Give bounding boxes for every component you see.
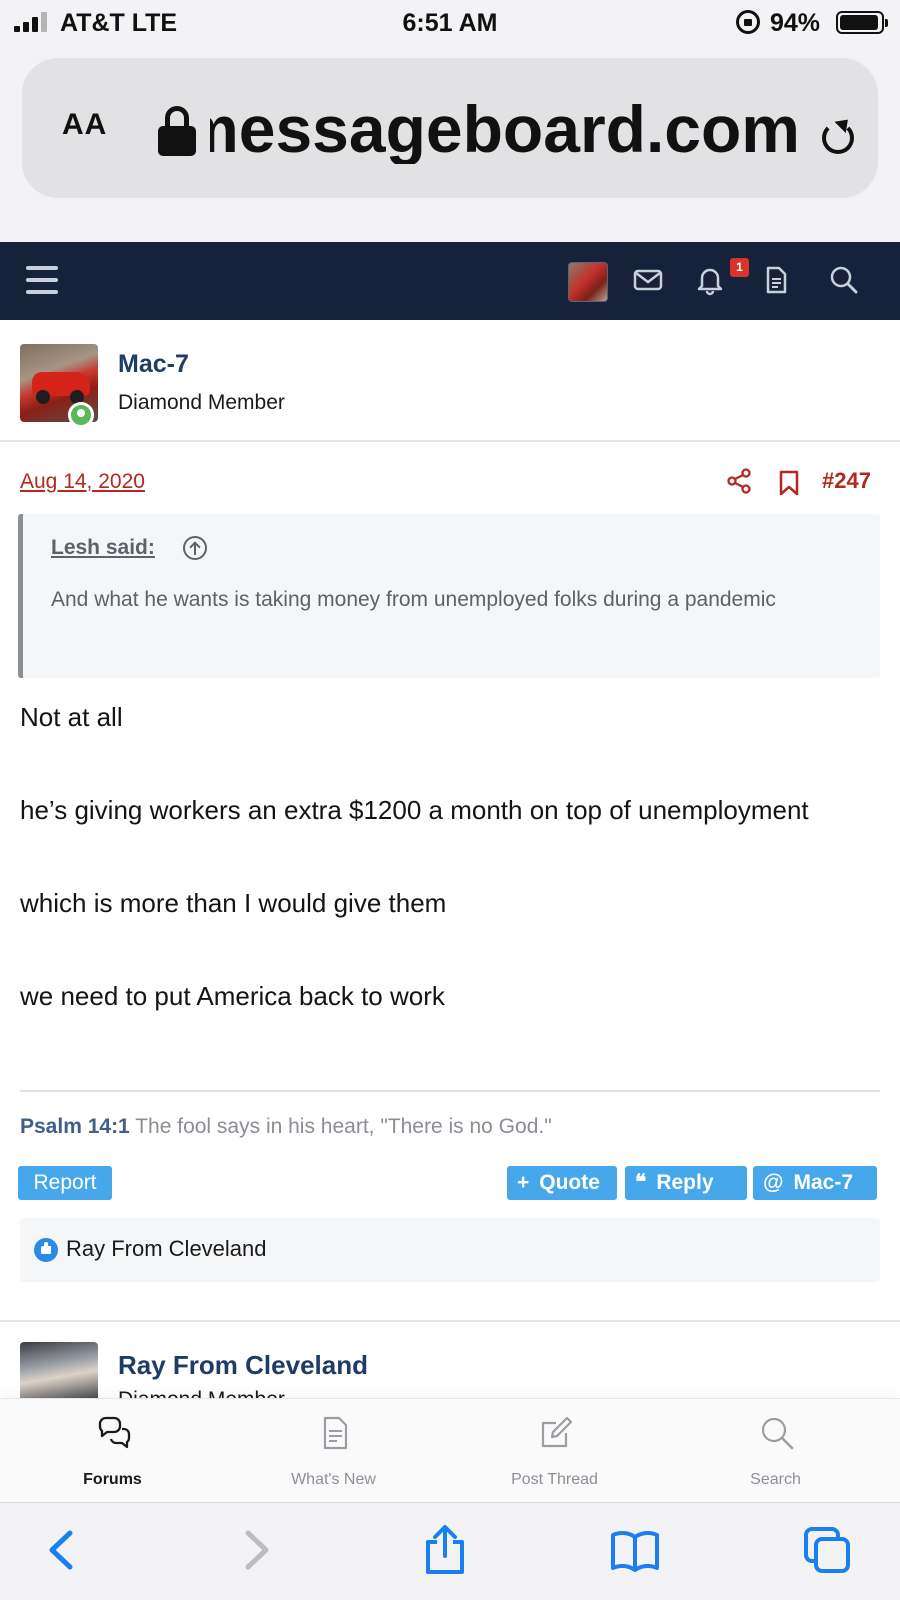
post-user-header: Mac-7 Diamond Member bbox=[0, 326, 900, 442]
lock-icon bbox=[158, 106, 196, 156]
user-title: Diamond Member bbox=[118, 391, 285, 414]
tab-forums[interactable]: Forums bbox=[0, 1399, 225, 1503]
bookmark-icon[interactable] bbox=[778, 470, 800, 496]
back-icon[interactable] bbox=[38, 1525, 88, 1575]
post-divider bbox=[0, 1320, 900, 1322]
signature-text: The fool says in his heart, "There is no… bbox=[135, 1115, 552, 1138]
mention-button-label: Mac-7 bbox=[793, 1171, 854, 1194]
compose-icon bbox=[541, 1416, 573, 1448]
post-username[interactable]: Ray From Cleveland bbox=[118, 1350, 368, 1381]
like-icon bbox=[34, 1238, 58, 1262]
forum-tab-bar: Forums What's New Post Thread Search bbox=[0, 1398, 900, 1502]
inbox-icon[interactable] bbox=[632, 264, 664, 296]
signature: Psalm 14:1 The fool says in his heart, "… bbox=[20, 1115, 552, 1139]
report-button[interactable]: Report bbox=[18, 1166, 112, 1200]
quote-marks-icon: ❝ bbox=[635, 1171, 647, 1194]
tab-forums-label: Forums bbox=[83, 1471, 142, 1488]
tab-whats-new[interactable]: What's New bbox=[221, 1399, 446, 1503]
online-status-icon bbox=[68, 402, 94, 428]
post-paragraph: we need to put America back to work bbox=[20, 981, 445, 1011]
post-paragraph: Not at all bbox=[20, 702, 123, 732]
signature-divider bbox=[20, 1090, 880, 1092]
reactions-bar: Ray From Cleveland bbox=[20, 1218, 880, 1282]
whats-new-icon[interactable] bbox=[760, 264, 792, 296]
orientation-lock-icon bbox=[736, 10, 760, 34]
post-paragraph: which is more than I would give them bbox=[20, 888, 447, 918]
notification-badge: 1 bbox=[730, 258, 749, 277]
at-icon: @ bbox=[763, 1171, 784, 1194]
text-size-button[interactable]: AA bbox=[62, 108, 107, 142]
quote-button-label: Quote bbox=[539, 1171, 600, 1194]
jump-to-quote-icon[interactable] bbox=[183, 536, 207, 560]
share-sheet-icon[interactable] bbox=[420, 1525, 470, 1575]
mention-button[interactable]: @ Mac-7 bbox=[753, 1166, 877, 1200]
tab-whats-new-label: What's New bbox=[291, 1471, 376, 1488]
quote-block: Lesh said: And what he wants is taking m… bbox=[18, 514, 880, 678]
battery-icon bbox=[836, 11, 888, 34]
quote-author-link[interactable]: Lesh said: bbox=[51, 536, 155, 560]
plus-icon: + bbox=[517, 1171, 530, 1194]
battery-percentage: 94% bbox=[770, 9, 821, 37]
forums-icon bbox=[98, 1416, 131, 1449]
tabs-icon[interactable] bbox=[802, 1525, 852, 1575]
signature-reference: Psalm 14:1 bbox=[20, 1115, 130, 1138]
quote-button[interactable]: + Quote bbox=[507, 1166, 617, 1200]
forward-icon[interactable] bbox=[230, 1525, 280, 1575]
share-icon[interactable] bbox=[726, 468, 752, 494]
avatar[interactable] bbox=[20, 1342, 98, 1398]
clock: 6:51 AM bbox=[402, 9, 498, 37]
tab-search[interactable]: Search bbox=[663, 1399, 888, 1503]
browser-toolbar bbox=[0, 1502, 900, 1600]
tab-post-thread-label: Post Thread bbox=[511, 1471, 598, 1488]
account-avatar[interactable] bbox=[568, 262, 608, 302]
bell-icon[interactable] bbox=[694, 264, 726, 296]
reload-icon[interactable] bbox=[822, 122, 854, 154]
battery-level bbox=[840, 15, 878, 30]
address-bar[interactable]: AA messageboard.com bbox=[22, 58, 878, 198]
browser-address-area: AA messageboard.com bbox=[0, 46, 900, 242]
menu-icon[interactable] bbox=[26, 266, 58, 294]
post-date-link[interactable]: Aug 14, 2020 bbox=[20, 470, 145, 494]
status-bar: AT&T LTE 6:51 AM 94% bbox=[0, 0, 900, 46]
document-icon bbox=[323, 1416, 348, 1450]
search-icon bbox=[761, 1417, 794, 1450]
forum-top-nav bbox=[0, 242, 900, 320]
tab-post-thread[interactable]: Post Thread bbox=[442, 1399, 667, 1503]
quote-text: And what he wants is taking money from u… bbox=[51, 588, 776, 611]
url-text[interactable]: messageboard.com bbox=[210, 94, 800, 164]
reaction-user-link[interactable]: Ray From Cleveland bbox=[66, 1236, 267, 1262]
reply-button[interactable]: ❝ Reply bbox=[625, 1166, 747, 1200]
reply-button-label: Reply bbox=[656, 1171, 714, 1194]
post-paragraph: he’s giving workers an extra $1200 a mon… bbox=[20, 795, 809, 825]
post-body: Not at all he’s giving workers an extra … bbox=[20, 694, 880, 1066]
search-icon[interactable] bbox=[828, 264, 860, 296]
post-username[interactable]: Mac-7 bbox=[118, 350, 189, 379]
bookmarks-icon[interactable] bbox=[610, 1525, 660, 1575]
tab-search-label: Search bbox=[750, 1471, 801, 1488]
post-number-link[interactable]: #247 bbox=[822, 468, 871, 494]
